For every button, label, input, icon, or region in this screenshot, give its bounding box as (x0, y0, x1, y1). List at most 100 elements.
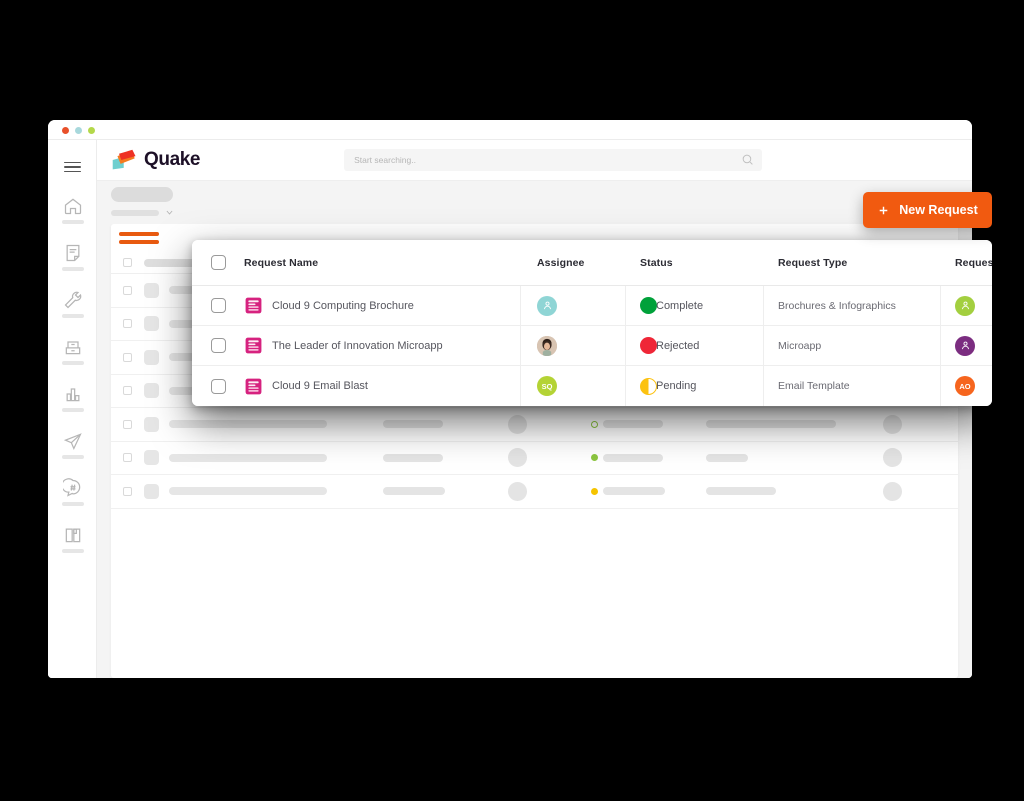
page-title-placeholder (111, 187, 173, 202)
assignee-avatar[interactable]: SQ (537, 376, 557, 396)
skeleton-row[interactable] (111, 442, 958, 475)
status-label: Rejected (656, 339, 700, 352)
row-checkbox[interactable] (210, 298, 226, 313)
new-request-label: New Request (899, 203, 978, 217)
column-header-status[interactable]: Status (626, 240, 764, 285)
cell-assignee[interactable]: SQ (521, 366, 626, 406)
row-checkbox-placeholder[interactable] (123, 453, 132, 463)
page-filter-dropdown[interactable] (111, 208, 972, 217)
cell-requestor[interactable]: AO (941, 366, 992, 406)
brand-logo[interactable]: Quake (111, 149, 200, 171)
cell-assignee[interactable] (521, 326, 626, 365)
select-all-cell[interactable] (192, 255, 244, 270)
row-checkbox-cell[interactable] (192, 298, 244, 313)
cell-request-type[interactable]: Brochures & Infographics (764, 286, 941, 325)
requestor-avatar[interactable] (955, 335, 975, 356)
cell-status[interactable]: Complete (626, 286, 764, 325)
table-body: Cloud 9 Computing Brochure Complete Brochu… (192, 286, 992, 406)
table-row[interactable]: The Leader of Innovation Microapp Rejecte… (192, 326, 992, 366)
tab-bar-primary (119, 232, 159, 236)
window-titlebar (48, 120, 972, 140)
assignee-avatar[interactable] (537, 335, 557, 356)
row-checkbox-placeholder[interactable] (123, 352, 132, 362)
cell-request-name[interactable]: The Leader of Innovation Microapp (244, 326, 521, 365)
row-checkbox[interactable] (210, 338, 226, 353)
main-content: Quake Start searching.. (97, 140, 972, 678)
row-checkbox-cell[interactable] (192, 338, 244, 353)
request-name-label: The Leader of Innovation Microapp (272, 339, 443, 352)
sidebar-item-reports[interactable] (48, 374, 97, 421)
row-name-placeholder (169, 420, 327, 429)
requestor-avatar[interactable] (955, 295, 975, 316)
table-row[interactable]: Cloud 9 Computing Brochure Complete Brochu… (192, 286, 992, 326)
select-all-checkbox[interactable] (210, 255, 226, 270)
cell-status[interactable]: Pending (626, 366, 764, 406)
row-checkbox-placeholder[interactable] (123, 419, 132, 429)
skeleton-row[interactable] (111, 475, 958, 509)
sidebar-label-stub (61, 360, 84, 365)
brand-name: Quake (144, 149, 201, 170)
row-checkbox-cell[interactable] (192, 378, 244, 394)
sidebar (48, 140, 97, 678)
row-requestor-avatar-placeholder (883, 414, 902, 434)
row-requestor-avatar-placeholder (883, 481, 902, 501)
status-label-placeholder (603, 487, 665, 496)
column-header-requestor[interactable]: Requestor (941, 240, 992, 285)
sidebar-item-send[interactable] (48, 421, 97, 468)
row-name-placeholder (169, 487, 327, 496)
close-dot[interactable] (62, 127, 69, 134)
cell-assignee[interactable] (521, 286, 626, 325)
app-header: Quake Start searching.. (97, 140, 972, 181)
sidebar-label-stub (61, 548, 84, 553)
requestor-avatar[interactable]: AO (955, 376, 975, 396)
sidebar-label-stub (61, 219, 84, 224)
table-row[interactable]: Cloud 9 Email Blast SQ Pending Email Templa… (192, 366, 992, 406)
cell-requestor[interactable] (941, 326, 992, 365)
row-icon-placeholder (144, 416, 159, 432)
cell-request-type[interactable]: Email Template (764, 366, 941, 406)
active-tab-indicator[interactable] (111, 224, 159, 244)
tab-bar-secondary (119, 240, 159, 244)
minimize-dot[interactable] (75, 127, 82, 134)
sidebar-item-menu[interactable] (48, 148, 97, 186)
skeleton-row[interactable] (111, 408, 958, 442)
maximize-dot[interactable] (88, 127, 95, 134)
sidebar-item-home[interactable] (48, 186, 97, 233)
row-checkbox-placeholder[interactable] (123, 386, 132, 396)
cell-status[interactable]: Rejected (626, 326, 764, 365)
sidebar-item-messages[interactable] (48, 468, 97, 515)
cell-request-name[interactable]: Cloud 9 Computing Brochure (244, 286, 521, 325)
sidebar-item-notes[interactable] (48, 233, 97, 280)
column-header-assignee[interactable]: Assignee (521, 240, 626, 285)
row-checkbox-placeholder[interactable] (123, 486, 132, 496)
row-icon-placeholder (144, 483, 159, 499)
cell-requestor[interactable] (941, 286, 992, 325)
new-request-button[interactable]: New Request (863, 192, 992, 228)
note-icon (66, 244, 79, 261)
column-label: Requestor (955, 256, 992, 269)
select-all-checkbox-placeholder[interactable] (123, 258, 132, 267)
row-type-placeholder (706, 453, 748, 462)
sidebar-item-library[interactable] (48, 515, 97, 562)
column-header-request-name[interactable]: Request Name (244, 240, 521, 285)
row-checkbox[interactable] (210, 378, 226, 394)
search-icon[interactable] (741, 153, 754, 166)
cell-request-name[interactable]: Cloud 9 Email Blast (244, 366, 521, 406)
column-label: Assignee (537, 256, 585, 269)
status-dot (591, 454, 598, 462)
sidebar-label-stub (61, 313, 84, 318)
plus-icon (879, 206, 888, 214)
row-checkbox-placeholder[interactable] (123, 319, 132, 329)
chat-bubble-icon (62, 477, 80, 497)
cell-request-type[interactable]: Microapp (764, 326, 941, 365)
column-header-request-type[interactable]: Request Type (764, 240, 941, 285)
assignee-avatar[interactable] (537, 295, 557, 316)
row-checkbox-placeholder[interactable] (123, 285, 132, 295)
sidebar-item-tools[interactable] (48, 280, 97, 327)
filter-label-placeholder (111, 209, 159, 216)
request-name-label: Cloud 9 Computing Brochure (272, 299, 414, 312)
screenshot-stage: Quake Start searching.. New Request Requ… (0, 0, 1024, 801)
sidebar-item-files[interactable] (48, 327, 97, 374)
search-input[interactable]: Start searching.. (344, 149, 763, 171)
request-name-label: Cloud 9 Email Blast (272, 380, 368, 392)
